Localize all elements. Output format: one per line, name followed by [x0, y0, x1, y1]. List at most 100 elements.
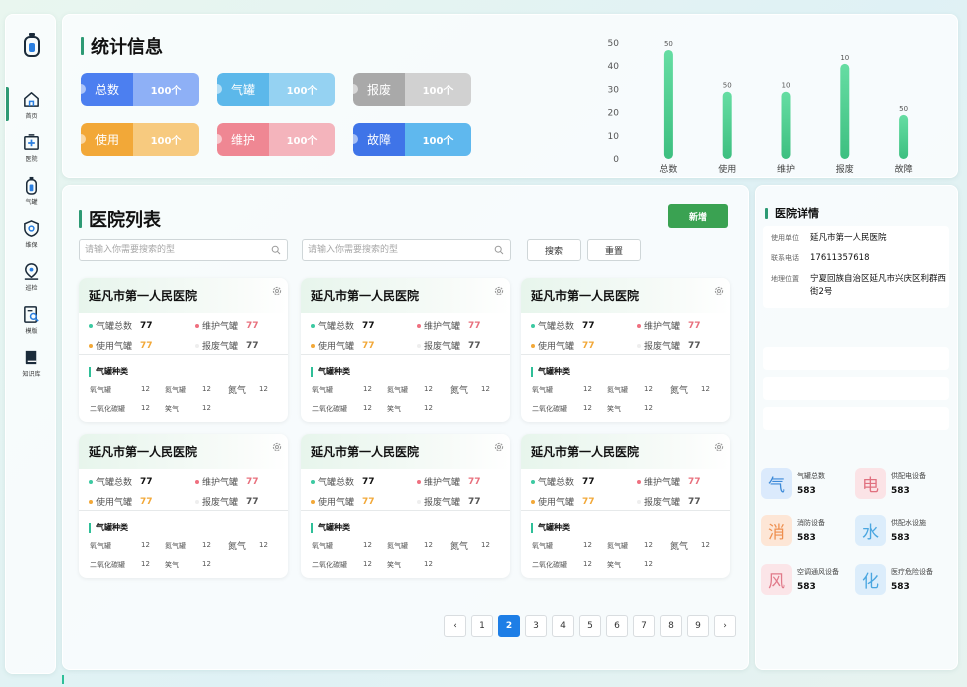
stat-value: 77 — [140, 340, 153, 351]
kind-title: 气罐种类 — [89, 366, 128, 377]
stat-value: 77 — [688, 476, 701, 487]
gas-value: 12 — [583, 541, 592, 549]
search-input-2[interactable] — [303, 240, 483, 260]
gas-label: 氮气罐 — [387, 542, 408, 550]
dot-marker — [637, 343, 641, 348]
page-button-1[interactable]: 1 — [471, 615, 493, 637]
sidebar-item-label: 维保 — [25, 241, 38, 249]
stat-label: 使用气罐 — [96, 498, 133, 508]
kind-title: 气罐种类 — [531, 522, 570, 533]
stat-value: 77 — [246, 320, 259, 331]
hospital-card[interactable]: 延凡市第一人民医院 气罐总数 77 维护气罐 77 使用气罐 77 报废气罐 77 气罐种类 氧气罐… — [301, 278, 510, 422]
card-stat-maint: 维护气罐 77 — [417, 319, 481, 332]
list-title: 医院列表 — [79, 206, 161, 232]
hospital-card[interactable]: 延凡市第一人民医院 气罐总数 77 维护气罐 77 使用气罐 77 报废气罐 77 气罐种类 氧气罐… — [79, 434, 288, 578]
hospital-list-panel: 医院列表 新增 搜索 重置 延凡市第一人民医院气罐总数77维护气罐77使用气罐7… — [62, 185, 749, 670]
gas-label: 氮气 — [450, 386, 469, 396]
gear-icon[interactable] — [271, 441, 283, 453]
dot-marker — [531, 343, 535, 348]
card-stat-maint: 维护气罐 77 — [195, 475, 259, 488]
detail-key: 使用单位 — [771, 234, 799, 242]
gas-value: 12 — [141, 541, 150, 549]
page-button-4[interactable]: 4 — [552, 615, 574, 637]
bar-data-label: 50 — [899, 105, 908, 113]
page-button-9[interactable]: 9 — [687, 615, 709, 637]
stat-pill-value: 100个 — [133, 73, 199, 106]
search-icon[interactable] — [494, 245, 504, 255]
search-input-1[interactable] — [80, 240, 260, 260]
chart-bar-4 — [899, 114, 909, 159]
card-title: 延凡市第一人民医院 — [521, 278, 730, 313]
bar-data-label: 50 — [664, 40, 673, 48]
hospital-card[interactable]: 延凡市第一人民医院 气罐总数 77 维护气罐 77 使用气罐 77 报废气罐 77 气罐种类 氧气罐… — [521, 434, 730, 578]
gas-value: 12 — [481, 541, 490, 549]
gas-tank-icon — [25, 176, 38, 195]
page-button-7[interactable]: 7 — [633, 615, 655, 637]
card-title: 延凡市第一人民医院 — [79, 434, 288, 469]
bottom-marker — [62, 675, 64, 684]
gas-label: 氧气罐 — [90, 386, 111, 394]
equipment-label: 消防设备 — [797, 519, 825, 527]
stat-pill-tank: 气罐 100个 — [217, 73, 335, 106]
add-button[interactable]: 新增 — [668, 204, 728, 228]
card-stat-use: 使用气罐 77 — [89, 495, 153, 508]
search-button[interactable]: 搜索 — [527, 239, 581, 261]
page-prev-button[interactable]: ‹ — [444, 615, 466, 637]
page-next-button[interactable]: › — [714, 615, 736, 637]
page-button-6[interactable]: 6 — [606, 615, 628, 637]
sidebar-item-knowledge[interactable]: 知识库 — [6, 341, 57, 384]
stat-pill-value: 100个 — [405, 123, 471, 156]
stat-value: 77 — [468, 320, 481, 331]
y-tick-label: 0 — [613, 155, 619, 165]
card-stat-use: 使用气罐 77 — [89, 339, 153, 352]
search-icon[interactable] — [271, 245, 281, 255]
sidebar-item-gas-tank[interactable]: 气罐 — [6, 169, 57, 212]
sidebar-item-maintenance[interactable]: 维保 — [6, 212, 57, 255]
page-button-3[interactable]: 3 — [525, 615, 547, 637]
card-stat-scrap: 报废气罐 77 — [637, 339, 701, 352]
card-stat-scrap: 报废气罐 77 — [417, 339, 481, 352]
equipment-label: 空调通风设备 — [797, 568, 839, 576]
card-title: 延凡市第一人民医院 — [301, 434, 510, 469]
stat-value: 77 — [362, 476, 375, 487]
sidebar-item-template[interactable]: 模版 — [6, 298, 57, 341]
sidebar-item-inspection[interactable]: 巡检 — [6, 255, 57, 298]
reset-button[interactable]: 重置 — [587, 239, 641, 261]
gear-icon[interactable] — [271, 285, 283, 297]
gas-value: 12 — [259, 541, 268, 549]
page-button-2[interactable]: 2 — [498, 615, 520, 637]
sidebar-item-home[interactable]: 首页 — [6, 83, 57, 126]
stat-label: 报废气罐 — [644, 498, 681, 508]
stat-pill-value: 100个 — [133, 123, 199, 156]
page-button-5[interactable]: 5 — [579, 615, 601, 637]
card-stat-total: 气罐总数 77 — [531, 319, 595, 332]
stat-pill-label: 总数 — [81, 73, 133, 106]
y-tick-label: 50 — [608, 39, 620, 49]
stat-value: 77 — [246, 476, 259, 487]
hospital-card[interactable]: 延凡市第一人民医院 气罐总数 77 维护气罐 77 使用气罐 77 报废气罐 77 气罐种类 氧气罐… — [521, 278, 730, 422]
sidebar-item-label: 知识库 — [22, 370, 41, 378]
gear-icon[interactable] — [493, 285, 505, 297]
gear-icon[interactable] — [713, 441, 725, 453]
gear-icon[interactable] — [493, 441, 505, 453]
equipment-label: 气罐总数 — [797, 472, 825, 480]
sidebar-item-hospital[interactable]: 医院 — [6, 126, 57, 169]
sidebar-item-label: 巡检 — [25, 284, 38, 292]
stat-label: 气罐总数 — [96, 478, 133, 488]
equipment-value: 583 — [891, 582, 910, 592]
maintenance-icon — [24, 219, 39, 237]
stats-title: 统计信息 — [81, 33, 163, 59]
detail-blank-row — [763, 407, 949, 430]
gas-label: 氮气 — [450, 542, 469, 552]
dot-marker — [195, 479, 199, 484]
dot-marker — [531, 479, 535, 484]
page-button-8[interactable]: 8 — [660, 615, 682, 637]
gas-value: 12 — [644, 541, 653, 549]
hospital-card[interactable]: 延凡市第一人民医院 气罐总数 77 维护气罐 77 使用气罐 77 报废气罐 77 气罐种类 氧气罐… — [301, 434, 510, 578]
x-tick-label: 故障 — [895, 163, 913, 175]
hospital-card[interactable]: 延凡市第一人民医院 气罐总数 77 维护气罐 77 使用气罐 77 报废气罐 77 气罐种类 氧气罐… — [79, 278, 288, 422]
gas-label: 二氧化碳罐 — [90, 561, 125, 569]
gear-icon[interactable] — [713, 285, 725, 297]
detail-value: 宁夏回族自治区延凡市兴庆区利群西街2号 — [810, 274, 947, 297]
divider — [521, 354, 730, 355]
